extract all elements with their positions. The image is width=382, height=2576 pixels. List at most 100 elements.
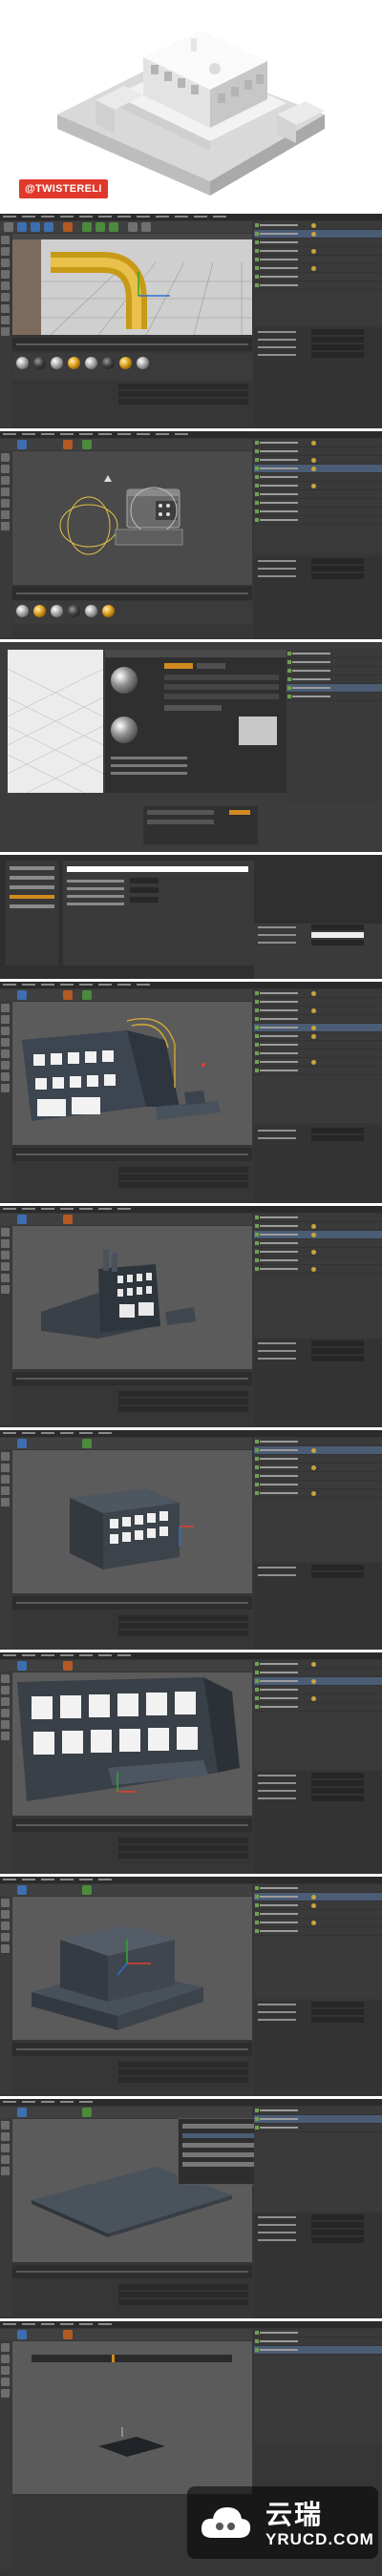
object-row[interactable] bbox=[254, 230, 382, 239]
object-row[interactable] bbox=[254, 1669, 382, 1677]
attribute-field[interactable] bbox=[311, 1796, 364, 1801]
move-tool-icon[interactable] bbox=[17, 222, 27, 232]
render-icon[interactable] bbox=[63, 2330, 73, 2339]
attribute-field[interactable] bbox=[311, 1135, 364, 1141]
move-tool-icon[interactable] bbox=[17, 1439, 27, 1448]
object-row[interactable] bbox=[254, 1257, 382, 1265]
attribute-field[interactable] bbox=[311, 566, 364, 571]
object-row[interactable] bbox=[254, 447, 382, 456]
cube-primitive-icon[interactable] bbox=[82, 1885, 92, 1895]
attribute-field[interactable] bbox=[311, 1773, 364, 1778]
object-row[interactable] bbox=[254, 1041, 382, 1049]
object-row[interactable] bbox=[254, 1015, 382, 1024]
channel-tab[interactable] bbox=[197, 663, 225, 669]
object-row[interactable] bbox=[254, 1248, 382, 1257]
object-row[interactable] bbox=[254, 256, 382, 264]
render-icon[interactable] bbox=[63, 1661, 73, 1671]
object-row[interactable] bbox=[254, 1677, 382, 1686]
attribute-field[interactable] bbox=[311, 924, 364, 930]
move-tool-icon[interactable] bbox=[17, 1661, 27, 1671]
timeline[interactable] bbox=[12, 1148, 252, 1161]
move-tool-icon[interactable] bbox=[17, 440, 27, 449]
object-row[interactable] bbox=[286, 650, 382, 658]
object-row[interactable] bbox=[254, 1239, 382, 1248]
path-field[interactable] bbox=[67, 866, 248, 872]
xpresso-editor[interactable] bbox=[12, 451, 252, 585]
object-row[interactable] bbox=[254, 1694, 382, 1703]
object-row[interactable] bbox=[254, 482, 382, 490]
object-row[interactable] bbox=[254, 1660, 382, 1669]
attribute-field[interactable] bbox=[311, 2222, 364, 2228]
move-tool-icon[interactable] bbox=[17, 1885, 27, 1895]
object-row[interactable] bbox=[254, 1214, 382, 1222]
slider-field[interactable] bbox=[164, 684, 279, 690]
rotate-tool-icon[interactable] bbox=[44, 222, 53, 232]
object-row[interactable] bbox=[286, 675, 382, 684]
undo-icon[interactable] bbox=[4, 222, 13, 232]
object-row[interactable] bbox=[254, 1686, 382, 1694]
viewport-perspective[interactable] bbox=[12, 1002, 252, 1145]
object-row[interactable] bbox=[254, 499, 382, 508]
attribute-field[interactable] bbox=[311, 2002, 364, 2007]
material-swatch[interactable] bbox=[68, 605, 80, 617]
camera-icon[interactable] bbox=[128, 222, 138, 232]
material-swatch[interactable] bbox=[137, 357, 149, 369]
attribute-field[interactable] bbox=[311, 2230, 364, 2235]
move-tool-icon[interactable] bbox=[17, 1215, 27, 1224]
object-row[interactable] bbox=[254, 508, 382, 516]
object-row[interactable] bbox=[254, 1489, 382, 1498]
timeline[interactable] bbox=[12, 2265, 252, 2278]
viewport-menu[interactable] bbox=[12, 234, 252, 239]
attribute-field[interactable] bbox=[311, 2017, 364, 2023]
object-row[interactable] bbox=[254, 1464, 382, 1472]
object-row[interactable] bbox=[254, 1024, 382, 1032]
apply-button[interactable] bbox=[229, 810, 250, 815]
attribute-field[interactable] bbox=[311, 1788, 364, 1794]
object-row[interactable] bbox=[254, 1231, 382, 1239]
attribute-field[interactable] bbox=[311, 2237, 364, 2243]
object-row[interactable] bbox=[254, 1058, 382, 1067]
object-row[interactable] bbox=[286, 658, 382, 667]
object-row[interactable] bbox=[286, 684, 382, 693]
viewport-perspective[interactable] bbox=[12, 1226, 252, 1369]
attribute-field[interactable] bbox=[311, 932, 364, 938]
light-icon[interactable] bbox=[141, 222, 151, 232]
attribute-field[interactable] bbox=[311, 1356, 364, 1361]
move-tool-icon[interactable] bbox=[17, 2330, 27, 2339]
timeline[interactable] bbox=[12, 1596, 252, 1610]
viewport-perspective[interactable] bbox=[12, 1450, 252, 1593]
object-row[interactable] bbox=[254, 247, 382, 256]
object-row[interactable] bbox=[254, 1455, 382, 1464]
object-row[interactable] bbox=[254, 1438, 382, 1446]
scale-tool-icon[interactable] bbox=[31, 222, 40, 232]
object-row[interactable] bbox=[254, 1446, 382, 1455]
object-row[interactable] bbox=[254, 2346, 382, 2355]
attribute-field[interactable] bbox=[311, 573, 364, 579]
cube-primitive-icon[interactable] bbox=[82, 1439, 92, 1448]
object-row[interactable] bbox=[254, 1222, 382, 1231]
object-row[interactable] bbox=[254, 1919, 382, 1927]
attribute-field[interactable] bbox=[311, 558, 364, 564]
timeline[interactable] bbox=[12, 1818, 252, 1832]
cube-primitive-icon[interactable] bbox=[82, 222, 92, 232]
object-row[interactable] bbox=[254, 1032, 382, 1041]
move-tool-icon[interactable] bbox=[17, 2108, 27, 2117]
value-field[interactable] bbox=[130, 878, 159, 883]
object-row[interactable] bbox=[254, 998, 382, 1007]
viewport-perspective[interactable] bbox=[12, 234, 252, 335]
timeline[interactable] bbox=[12, 587, 252, 600]
object-row[interactable] bbox=[254, 456, 382, 465]
object-row[interactable] bbox=[286, 693, 382, 701]
object-row[interactable] bbox=[254, 473, 382, 482]
object-row[interactable] bbox=[254, 490, 382, 499]
material-swatch[interactable] bbox=[33, 357, 46, 369]
value-field[interactable] bbox=[130, 887, 159, 893]
object-row[interactable] bbox=[254, 465, 382, 473]
attribute-field[interactable] bbox=[311, 1565, 364, 1570]
slider-field[interactable] bbox=[164, 675, 279, 680]
slider-field[interactable] bbox=[164, 694, 279, 699]
object-row[interactable] bbox=[254, 1703, 382, 1712]
render-icon[interactable] bbox=[63, 990, 73, 1000]
object-row[interactable] bbox=[254, 1007, 382, 1015]
object-row[interactable] bbox=[254, 2329, 382, 2337]
